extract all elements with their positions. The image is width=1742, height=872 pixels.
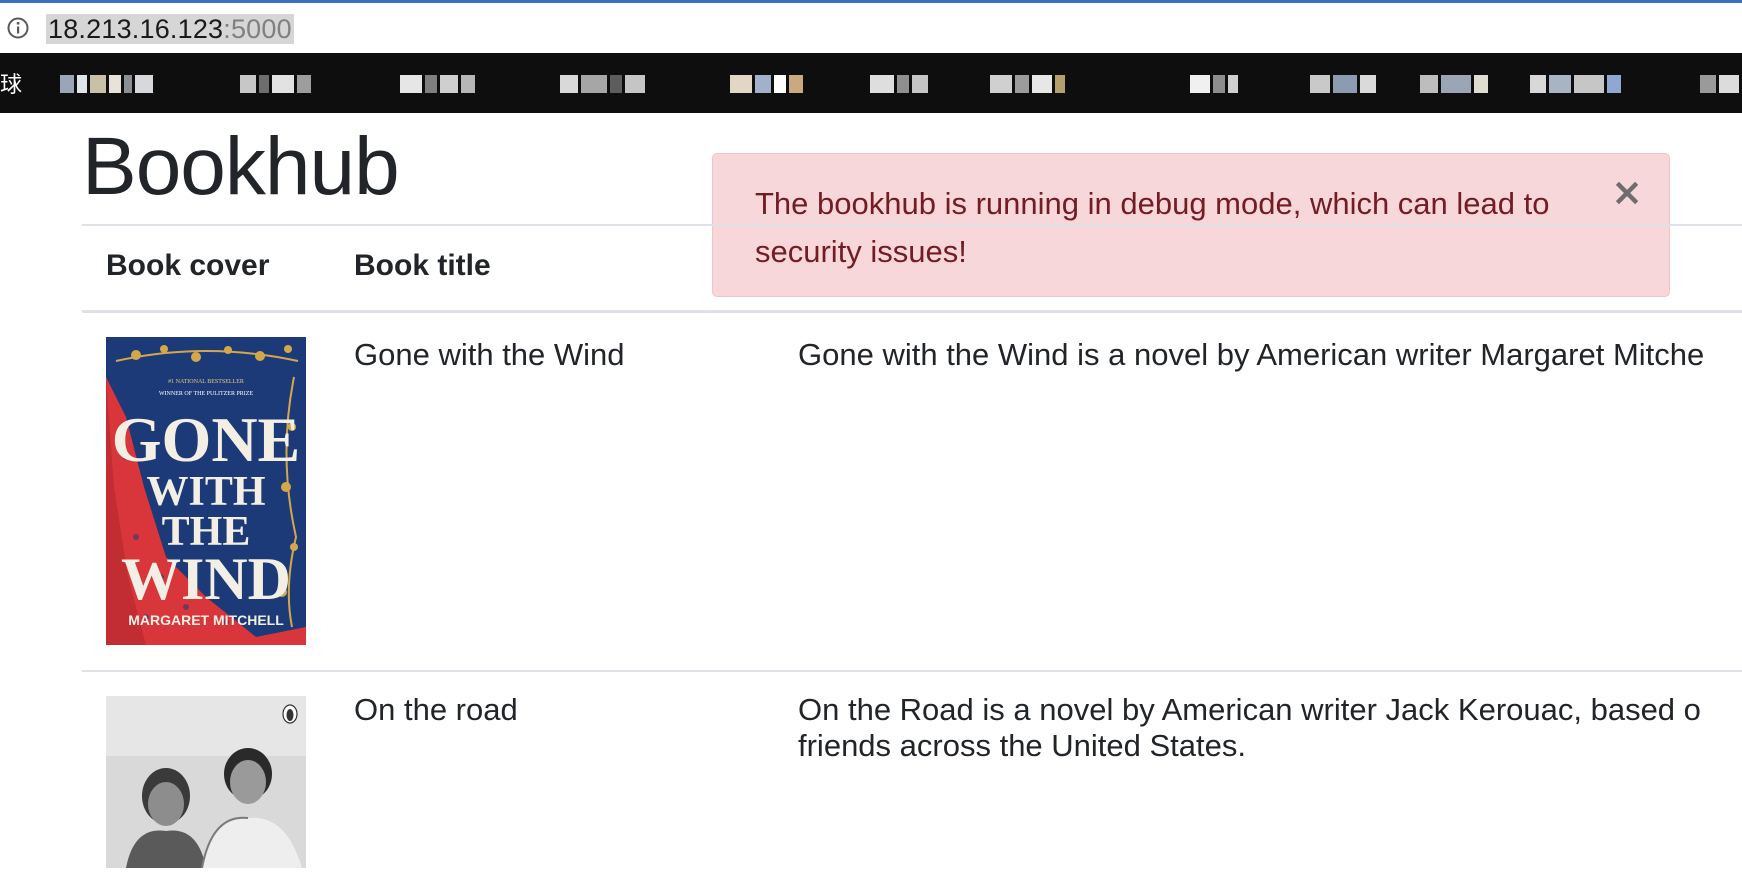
address-bar[interactable]: 18.213.16.123:5000 — [0, 3, 1742, 53]
redacted-bookmark — [1420, 71, 1488, 97]
redacted-bookmark — [1310, 71, 1376, 97]
redacted-bookmark — [560, 71, 645, 97]
redacted-bookmark — [400, 71, 475, 97]
book-description: On the Road is a novel by American write… — [798, 692, 1742, 764]
book-title: On the road — [354, 692, 518, 727]
url-port: :5000 — [223, 14, 292, 44]
bookmark-label-fragment: 球 — [0, 73, 23, 98]
book-cover-on-the-road — [106, 696, 306, 868]
cover-title-line: WIND — [121, 546, 291, 612]
redacted-bookmark — [1190, 71, 1238, 97]
redacted-bookmark — [1700, 71, 1739, 97]
book-description: Gone with the Wind is a novel by America… — [798, 337, 1705, 372]
redacted-bookmark — [730, 71, 803, 97]
url-host: 18.213.16.123 — [48, 14, 224, 44]
table-row: On the road On the Road is a novel by Am… — [82, 672, 1742, 872]
redacted-bookmark — [870, 71, 928, 97]
bookmarks-bar-redacted: 球 — [0, 53, 1742, 113]
redacted-bookmark — [990, 71, 1065, 97]
redacted-bookmark — [240, 71, 311, 97]
book-description-line: friends across the United States. — [798, 728, 1247, 763]
book-description-line: On the Road is a novel by American write… — [798, 692, 1701, 727]
table-row: #1 NATIONAL BESTSELLER WINNER OF THE PUL… — [82, 113, 1742, 645]
penguin-logo-icon — [282, 704, 298, 724]
cover-prize-text: WINNER OF THE PULITZER PRIZE — [159, 391, 254, 397]
cover-title-line: GONE — [112, 404, 300, 475]
book-cover-gone-with-the-wind: #1 NATIONAL BESTSELLER WINNER OF THE PUL… — [106, 337, 306, 645]
redacted-bookmark — [60, 71, 153, 97]
cover-author: MARGARET MITCHELL — [128, 612, 284, 628]
book-title: Gone with the Wind — [354, 337, 625, 372]
cover-badge-text: #1 NATIONAL BESTSELLER — [168, 379, 244, 385]
url-text[interactable]: 18.213.16.123:5000 — [46, 14, 294, 44]
redacted-bookmark — [1530, 71, 1621, 97]
site-info-icon[interactable] — [7, 17, 29, 39]
